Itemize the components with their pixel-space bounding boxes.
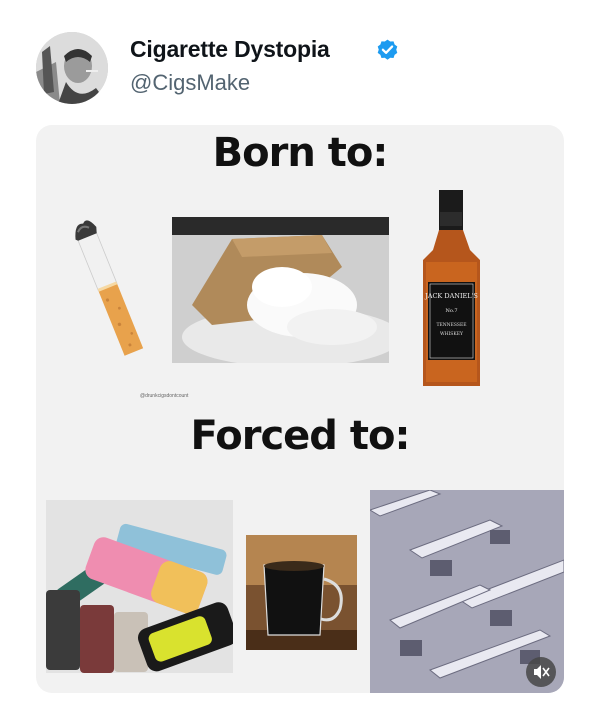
whiskey-bottle-image: JACK DANIEL'S No.7 TENNESSEE WHISKEY	[414, 190, 489, 390]
bottle-line1: TENNESSEE	[436, 322, 466, 328]
bottle-brand: JACK DANIEL'S	[424, 292, 478, 300]
forced-to-caption: Forced to:	[190, 413, 411, 459]
avatar[interactable]	[36, 32, 108, 104]
cigarette-image	[66, 210, 156, 370]
verified-badge-icon	[377, 39, 398, 60]
tweet-media-image[interactable]: Born to: JACK DANIEL'S No.7 TENNESSEE WH…	[36, 125, 564, 693]
volume-mute-icon	[534, 665, 550, 679]
display-name[interactable]: Cigarette Dystopia	[130, 36, 330, 63]
profile-photo-icon	[36, 32, 108, 104]
user-handle[interactable]: @CigsMake	[130, 70, 250, 96]
vapes-image	[46, 500, 233, 673]
mute-button[interactable]	[526, 657, 556, 687]
meme-watermark: @drunkcigsdontcount	[140, 393, 189, 399]
tweet-header: Cigarette Dystopia @CigsMake	[0, 0, 599, 120]
bottle-number: No.7	[445, 308, 457, 314]
born-to-caption: Born to:	[212, 130, 389, 176]
flour-bag-image	[172, 217, 389, 363]
bottle-line2: WHISKEY	[440, 331, 464, 337]
coffee-mug-image	[246, 535, 357, 650]
